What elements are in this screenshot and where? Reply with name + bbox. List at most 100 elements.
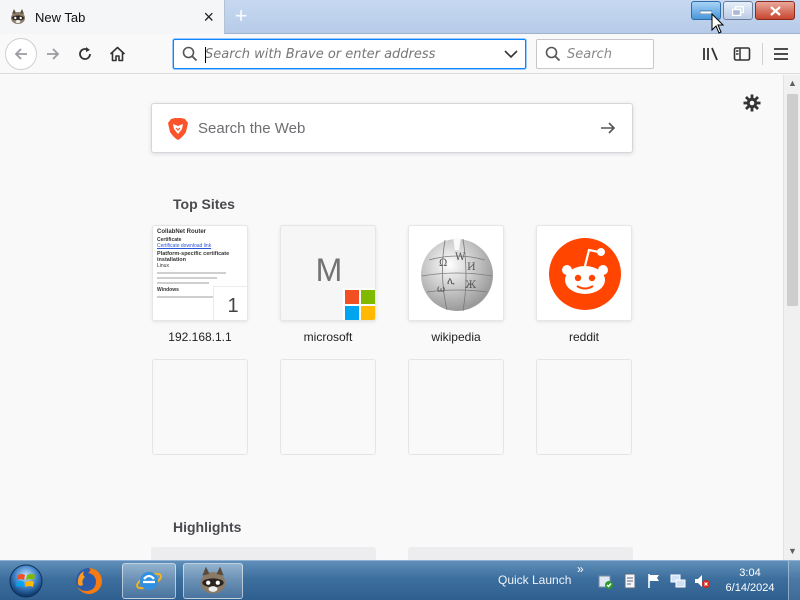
thumbnail-section: Platform-specific certificate installati… bbox=[157, 251, 230, 263]
empty-top-site-slot[interactable] bbox=[536, 359, 632, 455]
system-clock[interactable]: 3:04 6/14/2024 bbox=[718, 566, 782, 596]
volume-muted-icon[interactable] bbox=[693, 572, 711, 590]
raccoon-favicon-icon bbox=[11, 9, 25, 24]
action-center-flag-icon[interactable] bbox=[645, 572, 663, 590]
svg-text:И: И bbox=[467, 262, 476, 273]
empty-top-site-slot[interactable] bbox=[152, 359, 248, 455]
arrow-right-icon[interactable] bbox=[599, 119, 617, 137]
search-icon bbox=[182, 46, 198, 62]
tile-letter: M bbox=[315, 252, 343, 288]
web-search-box[interactable]: Search the Web bbox=[151, 103, 633, 153]
chevron-down-icon[interactable] bbox=[503, 46, 519, 62]
text-caret bbox=[205, 47, 206, 63]
forward-button[interactable] bbox=[41, 42, 65, 66]
internet-explorer-icon bbox=[136, 572, 162, 590]
window-controls bbox=[691, 1, 795, 20]
toolbar-separator bbox=[762, 43, 763, 65]
address-bar[interactable] bbox=[173, 39, 526, 69]
svg-text:Ж: Ж bbox=[465, 280, 477, 291]
sidebar-icon bbox=[733, 47, 751, 61]
svg-text:Ω: Ω bbox=[439, 258, 447, 269]
thumbnail-line bbox=[157, 282, 209, 284]
top-site-tile-wikipedia[interactable]: ΩWИ ሊЖω bbox=[408, 225, 504, 321]
taskbar-internet-explorer[interactable] bbox=[122, 563, 176, 599]
thumbnail-heading: CollabNet Router bbox=[157, 229, 207, 235]
tab-close-icon[interactable]: × bbox=[203, 7, 214, 27]
back-arrow-icon bbox=[14, 48, 27, 60]
clock-time: 3:04 bbox=[739, 567, 761, 579]
shield-check-tray-icon[interactable] bbox=[597, 572, 615, 590]
raccoon-app-icon bbox=[200, 566, 226, 594]
library-icon bbox=[703, 47, 718, 61]
home-icon bbox=[109, 46, 125, 62]
top-site-label[interactable]: 192.168.1.1 bbox=[135, 330, 265, 344]
tab-new-tab[interactable]: New Tab × bbox=[0, 0, 225, 34]
thumbnail-label: Linux bbox=[157, 263, 169, 269]
library-button[interactable] bbox=[699, 42, 723, 66]
close-window-button[interactable] bbox=[755, 1, 795, 20]
network-tray-icon[interactable] bbox=[669, 572, 687, 590]
scroll-up-arrow-icon[interactable]: ▲ bbox=[784, 75, 800, 92]
top-site-label[interactable]: wikipedia bbox=[391, 330, 521, 344]
windows-start-orb-icon[interactable] bbox=[8, 563, 44, 599]
search-bar[interactable] bbox=[536, 39, 654, 69]
microsoft-logo-icon bbox=[343, 288, 375, 320]
restore-button[interactable] bbox=[723, 1, 753, 20]
thumbnail-line bbox=[157, 272, 226, 274]
svg-text:W: W bbox=[455, 252, 466, 263]
top-sites-heading: Top Sites bbox=[173, 196, 235, 212]
back-button[interactable] bbox=[5, 38, 37, 70]
reddit-logo-icon bbox=[549, 238, 621, 310]
scroll-down-arrow-icon[interactable]: ▼ bbox=[784, 543, 800, 560]
document-tray-icon[interactable] bbox=[621, 572, 639, 590]
svg-text:ሊ: ሊ bbox=[447, 276, 455, 287]
empty-top-site-slot[interactable] bbox=[408, 359, 504, 455]
top-site-tile-microsoft[interactable]: M bbox=[280, 225, 376, 321]
search-input[interactable] bbox=[567, 45, 647, 63]
taskbar: Quick Launch » 3:04 6/14/2024 bbox=[0, 560, 800, 600]
brave-logo-icon bbox=[168, 118, 188, 140]
wikipedia-globe-icon: ΩWИ ሊ Жω bbox=[421, 238, 493, 312]
top-site-label[interactable]: microsoft bbox=[263, 330, 393, 344]
sidebar-button[interactable] bbox=[730, 42, 754, 66]
forward-arrow-icon bbox=[47, 48, 60, 60]
highlight-card[interactable] bbox=[408, 547, 633, 560]
web-search-placeholder: Search the Web bbox=[198, 120, 306, 137]
top-site-tile-192-168-1-1[interactable]: CollabNet Router Certificate Certificate… bbox=[152, 225, 248, 321]
new-tab-button[interactable]: + bbox=[229, 4, 253, 28]
home-button[interactable] bbox=[105, 42, 129, 66]
gear-icon[interactable] bbox=[743, 94, 761, 112]
thumbnail-link: Certificate download link bbox=[157, 243, 212, 249]
firefox-icon bbox=[76, 568, 102, 594]
thumbnail-line bbox=[157, 277, 218, 279]
vertical-scrollbar[interactable]: ▲ ▼ bbox=[783, 75, 800, 560]
close-icon bbox=[769, 5, 781, 16]
show-desktop-button[interactable] bbox=[788, 561, 800, 600]
taskbar-raccoon-browser[interactable] bbox=[183, 563, 243, 599]
highlights-heading: Highlights bbox=[173, 519, 242, 535]
top-site-label[interactable]: reddit bbox=[519, 330, 649, 344]
thumbnail-line bbox=[157, 296, 222, 298]
empty-top-site-slot[interactable] bbox=[280, 359, 376, 455]
search-icon bbox=[545, 46, 561, 62]
tab-count-badge: 1 bbox=[213, 286, 247, 320]
address-input[interactable] bbox=[205, 44, 495, 64]
scrollbar-thumb[interactable] bbox=[787, 94, 798, 306]
reload-button[interactable] bbox=[73, 42, 97, 66]
menu-button[interactable] bbox=[769, 42, 793, 66]
top-site-tile-reddit[interactable] bbox=[536, 225, 632, 321]
new-tab-page: Search the Web Top Sites CollabNet Route… bbox=[0, 75, 783, 560]
restore-icon bbox=[732, 5, 744, 16]
reload-icon bbox=[79, 47, 91, 60]
navigation-toolbar bbox=[0, 34, 800, 74]
mouse-cursor-icon bbox=[711, 13, 725, 34]
taskbar-firefox[interactable] bbox=[62, 563, 116, 599]
highlight-card[interactable] bbox=[151, 547, 376, 560]
svg-text:ω: ω bbox=[437, 284, 445, 295]
hamburger-menu-icon bbox=[774, 48, 788, 60]
quick-launch-chevron-icon[interactable]: » bbox=[577, 562, 584, 576]
clock-date: 6/14/2024 bbox=[725, 582, 775, 594]
quick-launch-label[interactable]: Quick Launch bbox=[498, 573, 571, 587]
title-bar: New Tab × + bbox=[0, 0, 800, 34]
tab-title: New Tab bbox=[35, 9, 86, 25]
